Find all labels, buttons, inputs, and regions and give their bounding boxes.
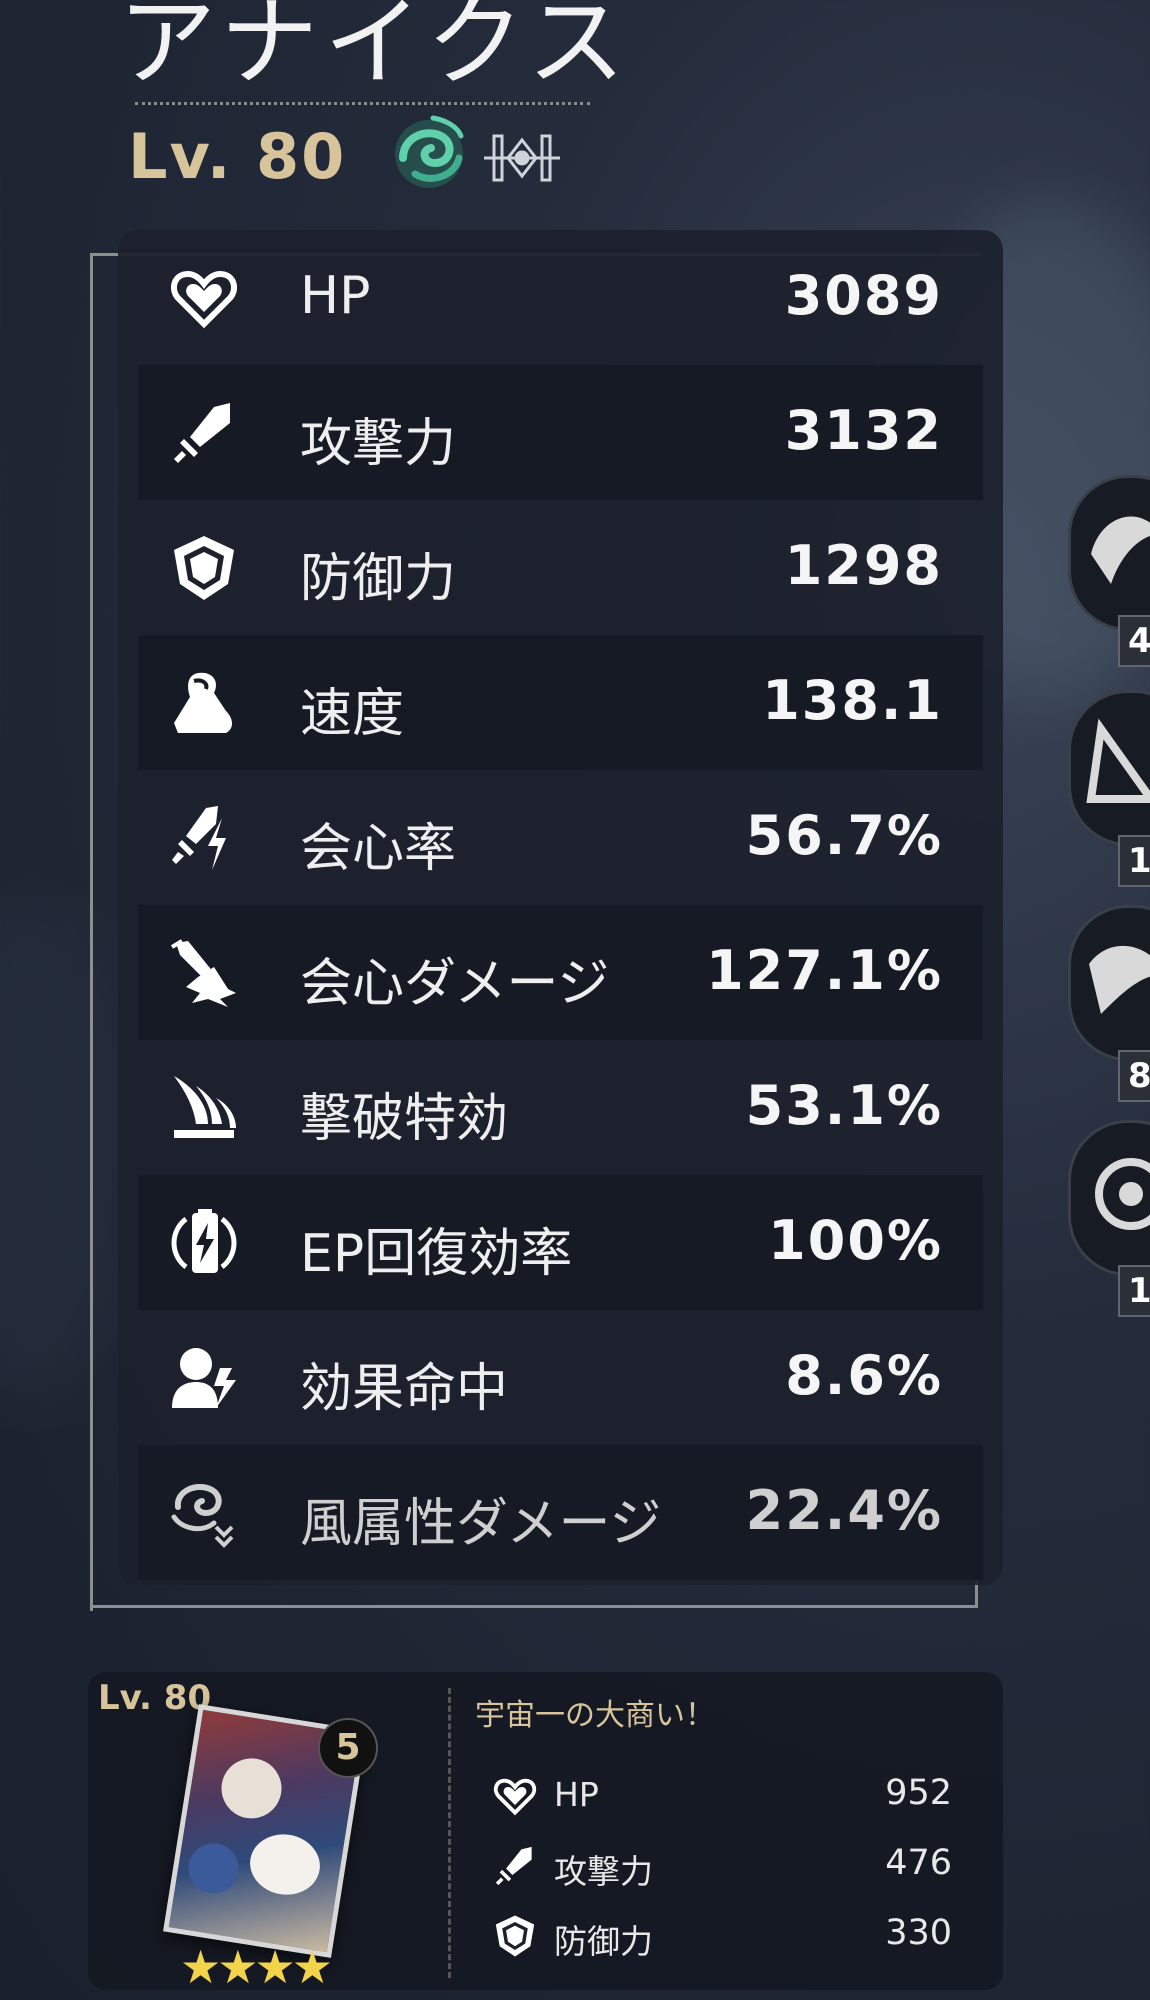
name-underline [135, 102, 590, 105]
stat-value: 3132 [784, 399, 943, 462]
team-avatar-badge: 1 [1118, 1265, 1150, 1317]
rarity-stars: ★★★★ [180, 1940, 333, 1994]
stat-row-break: 撃破特効 53.1% [138, 1040, 983, 1175]
shield-icon [495, 1915, 535, 1957]
team-avatar[interactable] [1068, 1120, 1150, 1276]
team-avatar-badge: 1 [1118, 835, 1150, 887]
light-cone-level: Lv. 80 [98, 1678, 212, 1718]
stat-row-energy: EP回復効率 100% [138, 1175, 983, 1310]
effect-hit-icon [172, 1348, 236, 1408]
card-art [245, 1829, 325, 1900]
stat-label: 会心率 [300, 819, 457, 879]
stat-row-spd: 速度 138.1 [138, 635, 983, 770]
character-portrait-icon [1089, 946, 1150, 1014]
crit-damage-icon [170, 939, 236, 1007]
stat-value: 53.1% [745, 1074, 943, 1137]
stat-label: 防御力 [300, 549, 457, 609]
break-effect-icon [174, 1076, 236, 1138]
stat-value: 3089 [784, 264, 943, 327]
team-avatar-badge: 4 [1118, 615, 1150, 667]
stat-label: 速度 [300, 684, 405, 744]
character-portrait-icon [1091, 516, 1150, 584]
stats-panel: HP 3089 攻撃力 3132 防御力 1298 速度 138.1 会心率 5… [118, 230, 1003, 1585]
stat-value: 22.4% [745, 1479, 943, 1542]
stat-row-def: 防御力 1298 [138, 500, 983, 635]
stats-frame-line [90, 1605, 978, 1608]
card-art [184, 1839, 243, 1898]
stat-label: HP [300, 266, 371, 326]
stat-label: HP [554, 1775, 599, 1814]
stat-value: 100% [768, 1209, 943, 1272]
stat-value: 8.6% [785, 1344, 943, 1407]
light-cone-stat-def: 防御力 330 [492, 1905, 962, 1965]
character-portrait-icon [1086, 718, 1150, 803]
stat-label: 会心ダメージ [300, 954, 610, 1014]
stat-value: 330 [885, 1913, 952, 1953]
stat-value: 476 [885, 1843, 952, 1883]
stat-value: 56.7% [745, 804, 943, 867]
stat-row-crit-rate: 会心率 56.7% [138, 770, 983, 905]
stat-value: 127.1% [706, 939, 943, 1002]
stat-value: 1298 [784, 534, 943, 597]
divider [448, 1688, 451, 1978]
shield-icon [174, 536, 234, 600]
superimposition-badge: 5 [318, 1718, 378, 1778]
stat-label: EP回復効率 [300, 1224, 573, 1284]
boot-icon [174, 672, 232, 733]
wind-damage-icon [171, 1484, 234, 1548]
stat-row-wind-dmg: 風属性ダメージ 22.4% [138, 1445, 983, 1580]
team-avatar[interactable] [1068, 475, 1150, 631]
team-avatar[interactable] [1068, 690, 1150, 846]
erudition-path-icon [484, 134, 560, 182]
energy-icon [171, 1209, 237, 1273]
card-art [217, 1754, 286, 1823]
heart-icon [170, 270, 238, 329]
light-cone-stat-atk: 攻撃力 476 [492, 1835, 962, 1895]
light-cone-stat-hp: HP 952 [492, 1765, 962, 1825]
stat-label: 風属性ダメージ [300, 1494, 662, 1554]
stat-row-effect-hit: 効果命中 8.6% [138, 1310, 983, 1445]
character-portrait-icon [1095, 1158, 1150, 1230]
stat-label: 防御力 [554, 1922, 653, 1961]
heart-icon [493, 1778, 537, 1816]
character-name: アナイクス [118, 0, 632, 100]
wind-element-icon [395, 115, 464, 188]
team-avatar[interactable] [1068, 905, 1150, 1061]
crit-rate-icon [172, 806, 226, 870]
team-avatar-badge: 8 [1118, 1050, 1150, 1102]
stat-row-crit-dmg: 会心ダメージ 127.1% [138, 905, 983, 1040]
stat-label: 攻撃力 [554, 1852, 653, 1891]
light-cone-name: 宇宙一の大商い！ [475, 1698, 715, 1733]
stat-label: 撃破特効 [300, 1089, 509, 1149]
stat-value: 952 [885, 1773, 952, 1813]
stat-label: 攻撃力 [300, 414, 457, 474]
sword-icon [495, 1846, 532, 1886]
stat-label: 効果命中 [300, 1359, 509, 1419]
stat-value: 138.1 [762, 669, 943, 732]
stat-row-hp: HP 3089 [138, 230, 983, 365]
stat-row-atk: 攻撃力 3132 [138, 365, 983, 500]
character-level: Lv. 80 [128, 120, 347, 193]
sword-icon [174, 403, 230, 463]
